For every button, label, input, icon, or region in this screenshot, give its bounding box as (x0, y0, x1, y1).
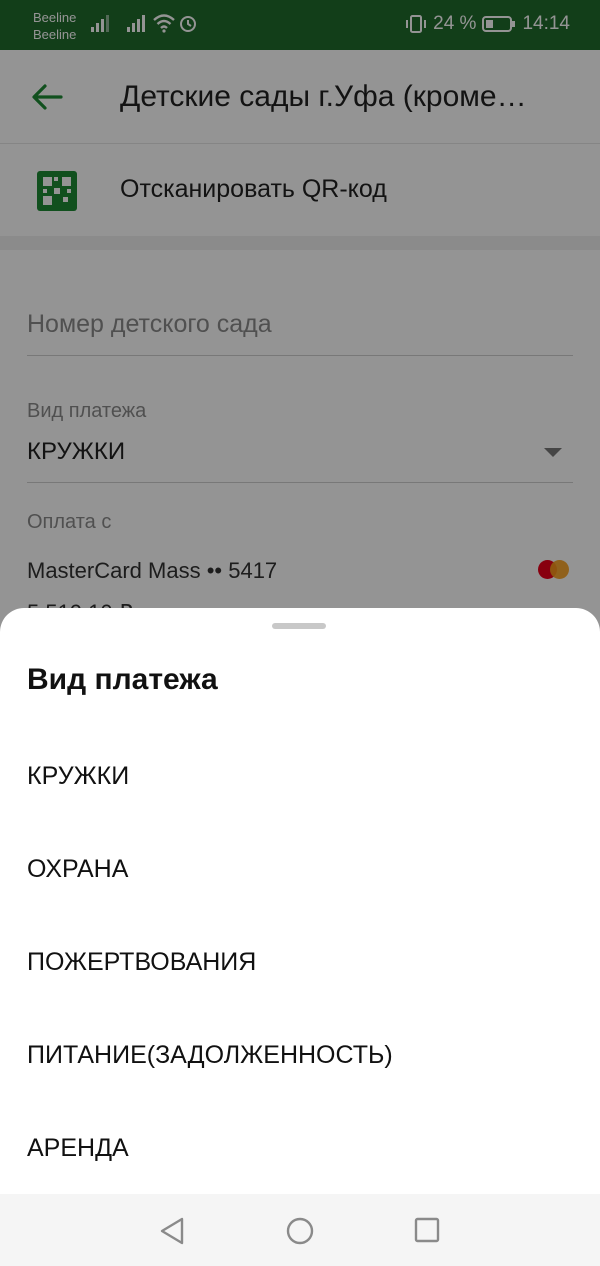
option-okhrana[interactable]: ОХРАНА (27, 855, 128, 884)
sheet-title: Вид платежа (27, 663, 218, 696)
option-pozhertvovaniya[interactable]: ПОЖЕРТВОВАНИЯ (27, 948, 256, 977)
system-nav-bar (0, 1194, 600, 1266)
recents-nav-icon[interactable] (413, 1216, 441, 1246)
back-nav-icon[interactable] (158, 1216, 186, 1246)
option-arenda[interactable]: АРЕНДА (27, 1134, 129, 1163)
option-kruzhki[interactable]: КРУЖКИ (27, 762, 129, 791)
home-nav-icon[interactable] (285, 1216, 315, 1246)
payment-type-sheet: Вид платежа КРУЖКИ ОХРАНА ПОЖЕРТВОВАНИЯ … (0, 608, 600, 1194)
sheet-drag-handle[interactable] (272, 623, 326, 629)
option-pitanie[interactable]: ПИТАНИЕ(ЗАДОЛЖЕННОСТЬ) (27, 1041, 393, 1070)
